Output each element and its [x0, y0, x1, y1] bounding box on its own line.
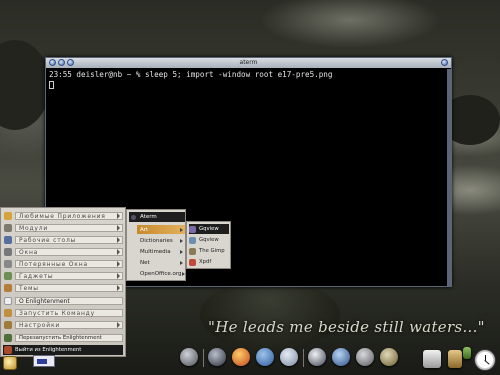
chevron-right-icon: [181, 271, 185, 276]
menu-item-settings[interactable]: Настройки: [3, 320, 123, 330]
submenu-item-openoffice[interactable]: OpenOffice.org: [137, 269, 185, 278]
wallpaper-rock: [0, 40, 50, 130]
settings-icon: [4, 321, 12, 329]
chevron-right-icon: [180, 249, 183, 254]
dock-separator: [303, 349, 304, 367]
menu-item-about[interactable]: О Enlightenment: [3, 296, 123, 306]
terminal-scrollbar[interactable]: [447, 69, 451, 286]
submenu-item-art[interactable]: Art: [137, 225, 185, 234]
firefox-icon[interactable]: [232, 348, 250, 366]
star-icon: [4, 212, 12, 220]
globe-icon[interactable]: [332, 348, 350, 366]
restart-icon: [4, 334, 12, 342]
run-icon: [4, 309, 12, 317]
info-icon: [4, 297, 12, 305]
desktop-pager[interactable]: [33, 355, 55, 367]
exit-icon: [4, 346, 12, 354]
window-titlebar[interactable]: aterm: [46, 58, 451, 68]
menu-item-gadgets[interactable]: Гаджеты: [3, 271, 123, 281]
menu-item-run-command[interactable]: Запустить Команду: [3, 308, 123, 318]
theme-icon: [4, 284, 12, 292]
gqview-icon: [189, 236, 196, 244]
chevron-right-icon: [180, 260, 183, 265]
puzzle-icon: [4, 224, 12, 232]
art-submenu: Gqview Gqview The Gimp Xpdf: [186, 221, 231, 269]
thunderbird-icon[interactable]: [256, 348, 274, 366]
gear-icon[interactable]: [180, 348, 198, 366]
wallpaper-quote: "He leads me beside still waters...": [208, 318, 485, 336]
launcher-dock: [176, 345, 398, 371]
submenu-item-multimedia[interactable]: Multimedia: [137, 247, 185, 256]
desktop-icon: [4, 236, 12, 244]
gimp-icon: [189, 247, 196, 255]
submenu-item-aterm[interactable]: Aterm: [129, 212, 185, 222]
chevron-right-icon: [180, 238, 183, 243]
terminal-icon[interactable]: [208, 348, 226, 366]
menu-item-restart[interactable]: Перезапустить Enlightenment: [3, 333, 123, 343]
dock-separator: [203, 349, 204, 367]
menu-item-favorites[interactable]: Любимые Приложения: [3, 211, 123, 221]
lost-window-icon: [4, 260, 12, 268]
media-icon[interactable]: [308, 348, 326, 366]
battery-icon: [463, 347, 471, 359]
menu-item-exit[interactable]: Выйти из Enlightenment: [3, 345, 123, 355]
menu-item-windows[interactable]: Окна: [3, 247, 123, 257]
terminal-icon: [131, 214, 136, 220]
submenu-item-xpdf[interactable]: Xpdf: [189, 257, 229, 267]
window-menu-button[interactable]: [441, 59, 448, 66]
gqview-icon: [189, 225, 196, 233]
submenu-item-net[interactable]: Net: [137, 258, 185, 267]
package-icon[interactable]: [448, 350, 462, 368]
terminal-command-line: 23:55 deisler@nb ~ % sleep 5; import -wi…: [49, 70, 333, 79]
menu-item-themes[interactable]: Темы: [3, 283, 123, 293]
menu-item-modules[interactable]: Модули: [3, 223, 123, 233]
clock-icon[interactable]: [474, 349, 496, 371]
submenu-item-gqview[interactable]: Gqview: [189, 224, 229, 234]
window-icon: [4, 248, 12, 256]
chevron-right-icon: [180, 227, 183, 232]
submenu-item-gimp[interactable]: The Gimp: [189, 246, 229, 256]
terminal-cursor: [49, 81, 54, 89]
pen-icon[interactable]: [356, 348, 374, 366]
start-menu-button[interactable]: [3, 356, 17, 370]
pager-desk-indicator: [37, 359, 47, 364]
menu-item-desktops[interactable]: Рабочие столы: [3, 235, 123, 245]
favorites-submenu: Aterm Art Dictionaries Multimedia Net Op…: [126, 209, 186, 281]
email-icon[interactable]: [280, 348, 298, 366]
submenu-item-dictionaries[interactable]: Dictionaries: [137, 236, 185, 245]
xpdf-icon: [189, 258, 196, 266]
bottle-icon[interactable]: [380, 348, 398, 366]
submenu-item-gqview-2[interactable]: Gqview: [189, 235, 229, 245]
menu-item-lost-windows[interactable]: Потерянные Окна: [3, 259, 123, 269]
gadget-icon: [4, 272, 12, 280]
wallpaper-rock: [200, 280, 340, 350]
window-title: aterm: [239, 59, 258, 66]
trash-icon[interactable]: [423, 350, 441, 368]
main-menu: Любимые Приложения Модули Рабочие столы …: [0, 207, 126, 357]
